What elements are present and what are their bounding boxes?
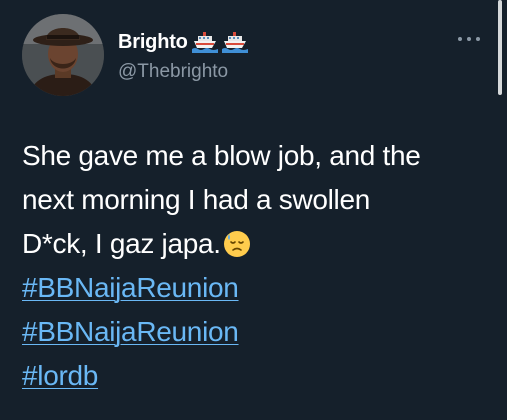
more-options-icon[interactable] xyxy=(458,34,480,44)
dot xyxy=(458,37,462,41)
tweet-text-line: next morning I had a swollen xyxy=(22,184,371,215)
hashtag-link[interactable]: #lordb xyxy=(22,354,492,398)
dot xyxy=(476,37,480,41)
avatar-image xyxy=(22,14,104,96)
tweet-body: She gave me a blow job, and the next mor… xyxy=(22,134,492,398)
author-name-row: Brighto xyxy=(118,30,248,54)
hashtag-link[interactable]: #BBNaijaReunion xyxy=(22,266,492,310)
downcast-face-with-sweat-icon xyxy=(223,227,251,257)
ship-icon xyxy=(221,31,248,53)
avatar[interactable] xyxy=(22,14,104,96)
dot xyxy=(467,37,471,41)
tweet-text-line: She gave me a blow job, and the xyxy=(22,140,421,171)
hashtag-link[interactable]: #BBNaijaReunion xyxy=(22,310,492,354)
display-name[interactable]: Brighto xyxy=(118,31,188,54)
tweet-text-line-with-emoji: D*ck, I gaz japa. xyxy=(22,222,492,266)
author-handle[interactable]: @Thebrighto xyxy=(118,61,228,83)
tweet-text-line: D*ck, I gaz japa. xyxy=(22,228,221,259)
tweet-card: Brighto @Thebrighto She gave me a blow j… xyxy=(0,0,507,420)
ship-icon xyxy=(191,31,218,53)
scrollbar[interactable] xyxy=(498,0,502,95)
